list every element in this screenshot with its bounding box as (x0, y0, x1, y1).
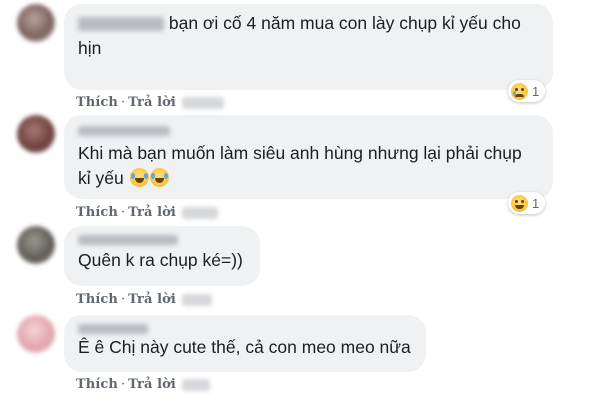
commenter-name-row (78, 320, 412, 334)
commenter-name-row (78, 231, 246, 245)
comment-text: Quên k ra chụp ké=)) (78, 250, 243, 270)
reply-button[interactable]: Trả lời (128, 95, 176, 110)
separator-dot: · (120, 95, 126, 110)
timestamp[interactable] (181, 206, 218, 219)
comment-bubble: bạn ơi cố 4 năm mua con lày chụp kỉ yếu … (64, 4, 553, 90)
reaction-count: 1 (532, 83, 540, 99)
like-button[interactable]: Thích (76, 95, 118, 110)
timestamp[interactable] (181, 293, 212, 306)
avatar[interactable] (17, 315, 55, 353)
reply-button[interactable]: Trả lời (128, 292, 176, 307)
reaction-badge[interactable]: 1 (508, 80, 546, 102)
comment-actions: Thích · Trả lời (76, 292, 212, 307)
separator-dot: · (120, 377, 126, 392)
comment-bubble: Ê ê Chị này cute thế, cả con meo meo nữa (64, 315, 426, 372)
like-button[interactable]: Thích (76, 205, 118, 220)
separator-dot: · (120, 292, 126, 307)
rofl-icon (149, 168, 169, 187)
reaction-badge[interactable]: 1 (508, 192, 546, 214)
comment-bubble: Khi mà bạn muốn làm siêu anh hùng nhưng … (64, 115, 553, 199)
comment-text-line: Quên k ra chụp ké=)) (78, 248, 246, 273)
commenter-name[interactable] (78, 234, 178, 245)
comment-text-line: Ê ê Chị này cute thế, cả con meo meo nữa (78, 335, 412, 360)
comment-actions: Thích · Trả lời (76, 95, 224, 110)
avatar[interactable] (17, 115, 55, 153)
reaction-count: 1 (532, 195, 540, 211)
separator-dot: · (120, 205, 126, 220)
laugh-icon (511, 194, 528, 212)
comment-text-line: Khi mà bạn muốn làm siêu anh hùng nhưng … (78, 141, 539, 191)
comment-text: Ê ê Chị này cute thế, cả con meo meo nữa (78, 337, 411, 357)
comment-actions: Thích · Trả lời (76, 205, 218, 220)
timestamp[interactable] (181, 96, 224, 109)
avatar[interactable] (17, 226, 55, 264)
comment-bubble: Quên k ra chụp ké=)) (64, 226, 260, 286)
timestamp[interactable] (181, 378, 210, 391)
avatar[interactable] (17, 4, 55, 42)
commenter-name[interactable] (78, 323, 148, 334)
reply-button[interactable]: Trả lời (128, 205, 176, 220)
rofl-icon (129, 168, 149, 187)
like-button[interactable]: Thích (76, 292, 118, 307)
commenter-name[interactable] (78, 125, 170, 136)
commenter-name[interactable] (78, 17, 164, 32)
commenter-name-row (78, 122, 539, 136)
like-button[interactable]: Thích (76, 377, 118, 392)
comment-text-line: bạn ơi cố 4 năm mua con lày chụp kỉ yếu … (78, 11, 539, 61)
reply-button[interactable]: Trả lời (128, 377, 176, 392)
comment-actions: Thích · Trả lời (76, 377, 210, 392)
sad-icon (511, 82, 528, 100)
